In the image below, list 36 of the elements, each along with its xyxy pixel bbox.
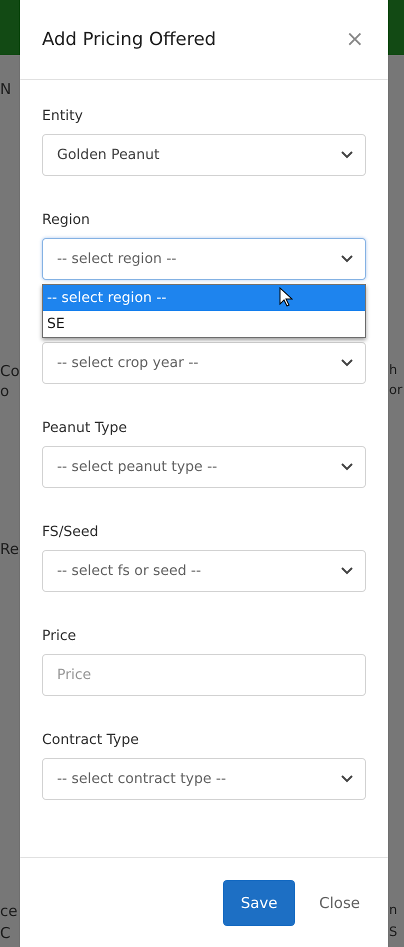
select-field[interactable]: -- select peanut type -- — [42, 446, 366, 488]
select-field[interactable]: -- select crop year -- — [42, 342, 366, 384]
background-text: Re — [0, 540, 19, 558]
select-field[interactable]: -- select fs or seed -- — [42, 550, 366, 592]
background-text: or — [389, 382, 402, 400]
background-text: S — [389, 924, 398, 942]
background-text: N — [0, 80, 12, 98]
background-text: n — [389, 902, 398, 920]
dropdown-option[interactable]: -- select region -- — [43, 285, 365, 311]
save-button[interactable]: Save — [223, 880, 296, 926]
background-text: ce — [0, 902, 18, 920]
header-bar — [388, 0, 404, 55]
field-label: Price — [42, 627, 78, 646]
cursor-icon — [279, 287, 293, 307]
field-label: FS/Seed — [42, 523, 100, 542]
select-field[interactable]: -- select contract type -- — [42, 758, 366, 800]
field-label: Peanut Type — [42, 419, 128, 438]
dropdown-option[interactable]: SE — [43, 311, 365, 337]
chevron-icon — [341, 567, 353, 575]
chevron-icon — [341, 463, 353, 471]
header-bar — [0, 0, 20, 55]
field-label: Region — [42, 211, 91, 230]
chevron-icon — [341, 359, 353, 367]
chevron-icon — [341, 151, 353, 159]
background-text: C — [0, 924, 10, 942]
background-text: Co — [0, 362, 20, 380]
chevron-icon — [341, 255, 353, 263]
chevron-icon — [341, 775, 353, 783]
select-field[interactable]: Golden Peanut — [42, 134, 366, 176]
price-input[interactable]: Price — [42, 654, 366, 696]
background-text: h — [389, 362, 398, 380]
background-text: o — [0, 382, 10, 400]
select-field[interactable]: -- select region -- — [42, 238, 366, 280]
field-label: Contract Type — [42, 731, 140, 750]
modal-title: Add Pricing Offered — [42, 29, 216, 50]
field-label: Entity — [42, 107, 84, 126]
